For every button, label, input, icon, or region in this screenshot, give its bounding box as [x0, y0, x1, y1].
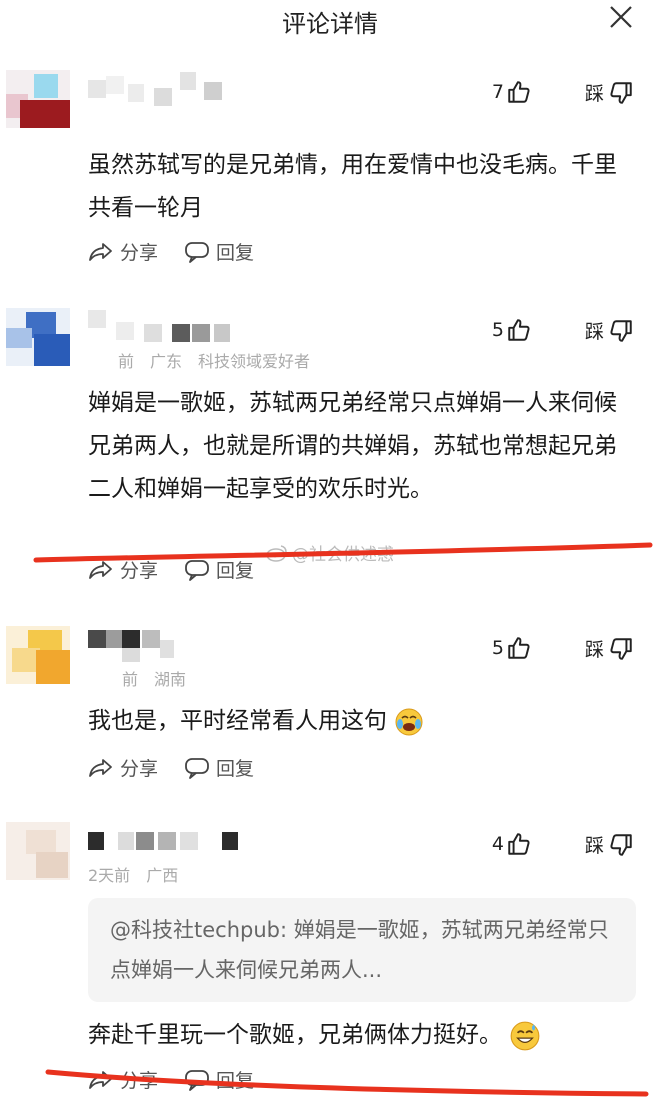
comment-actions: 分享 回复: [88, 1066, 254, 1093]
quoted-text: @科技社techpub: 婵娟是一歌姬，苏轼两兄弟经常只点婵娟一人来伺候兄弟两人…: [110, 918, 609, 982]
share-icon: [89, 242, 112, 261]
comment-actions: 分享 回复: [88, 556, 254, 583]
reply-button[interactable]: 回复: [184, 1066, 254, 1093]
thumbs-up-icon: [508, 81, 530, 103]
grinning-sweat-emoji-icon: [510, 1021, 540, 1050]
avatar[interactable]: [6, 626, 70, 684]
dislike-button[interactable]: 踩: [585, 317, 634, 344]
share-icon: [89, 1070, 112, 1089]
thumbs-down-icon: [610, 833, 632, 856]
username-blurred[interactable]: [88, 72, 228, 108]
comment-text: 婵娟是一歌姬，苏轼两兄弟经常只点婵娟一人来伺候兄弟两人，也就是所谓的共婵娟，苏轼…: [88, 390, 617, 502]
comment-3: 前湖南 5 踩 我也是，平时经常看人用这句 分享 回复: [0, 620, 660, 790]
crying-laughing-emoji-icon: [395, 708, 423, 735]
comment-4: 2天前 广西 4 踩 @科技社techpub: 婵娟是一歌姬，苏轼两兄弟经常只点婵…: [0, 816, 660, 1108]
reply-bubble-icon: [185, 1069, 209, 1091]
reply-bubble-icon: [185, 757, 209, 779]
header: 评论详情: [0, 0, 660, 38]
avatar[interactable]: [6, 70, 70, 128]
comment-meta: 前湖南: [122, 670, 187, 689]
share-button[interactable]: 分享: [88, 754, 158, 781]
share-button[interactable]: 分享: [88, 1066, 158, 1093]
dislike-button[interactable]: 踩: [585, 635, 634, 662]
share-icon: [89, 758, 112, 777]
like-count[interactable]: 4: [492, 831, 532, 857]
dislike-button[interactable]: 踩: [585, 79, 634, 106]
comment-text: 虽然苏轼写的是兄弟情，用在爱情中也没毛病。千里共看一轮月: [88, 152, 617, 221]
thumbs-down-icon: [610, 319, 632, 342]
comment-meta: 前广东 科技领域爱好者: [118, 352, 311, 371]
page-title: 评论详情: [282, 10, 378, 38]
comment-1: 7 踩 虽然苏轼写的是兄弟情，用在爱情中也没毛病。千里共看一轮月 分享 回复: [0, 60, 660, 280]
weibo-logo-icon: [266, 544, 287, 562]
reply-bubble-icon: [185, 241, 209, 263]
like-count[interactable]: 5: [492, 317, 532, 343]
thumbs-down-icon: [610, 637, 632, 660]
thumbs-down-icon: [610, 81, 632, 104]
share-button[interactable]: 分享: [88, 556, 158, 583]
watermark: @社会供述惑: [266, 540, 394, 565]
thumbs-up-icon: [508, 319, 530, 341]
avatar[interactable]: [6, 308, 70, 366]
reply-button[interactable]: 回复: [184, 556, 254, 583]
reply-bubble-icon: [185, 559, 209, 581]
comment-text: 我也是，平时经常看人用这句: [88, 700, 628, 743]
thumbs-up-icon: [508, 637, 530, 659]
reply-button[interactable]: 回复: [184, 238, 254, 265]
username-blurred[interactable]: [88, 310, 238, 346]
like-count[interactable]: 7: [492, 79, 532, 105]
avatar[interactable]: [6, 822, 70, 880]
share-button[interactable]: 分享: [88, 238, 158, 265]
quoted-reply[interactable]: @科技社techpub: 婵娟是一歌姬，苏轼两兄弟经常只点婵娟一人来伺候兄弟两人…: [88, 898, 636, 1002]
close-icon[interactable]: [608, 4, 634, 30]
comment-text: 奔赴千里玩一个歌姬，兄弟俩体力挺好。: [88, 1014, 628, 1057]
dislike-button[interactable]: 踩: [585, 831, 634, 858]
thumbs-up-icon: [508, 833, 530, 855]
like-count[interactable]: 5: [492, 635, 532, 661]
comment-meta: 2天前 广西: [88, 866, 179, 885]
comment-actions: 分享 回复: [88, 238, 254, 265]
share-icon: [89, 560, 112, 579]
comment-actions: 分享 回复: [88, 754, 254, 781]
username-blurred[interactable]: [88, 630, 178, 666]
reply-button[interactable]: 回复: [184, 754, 254, 781]
